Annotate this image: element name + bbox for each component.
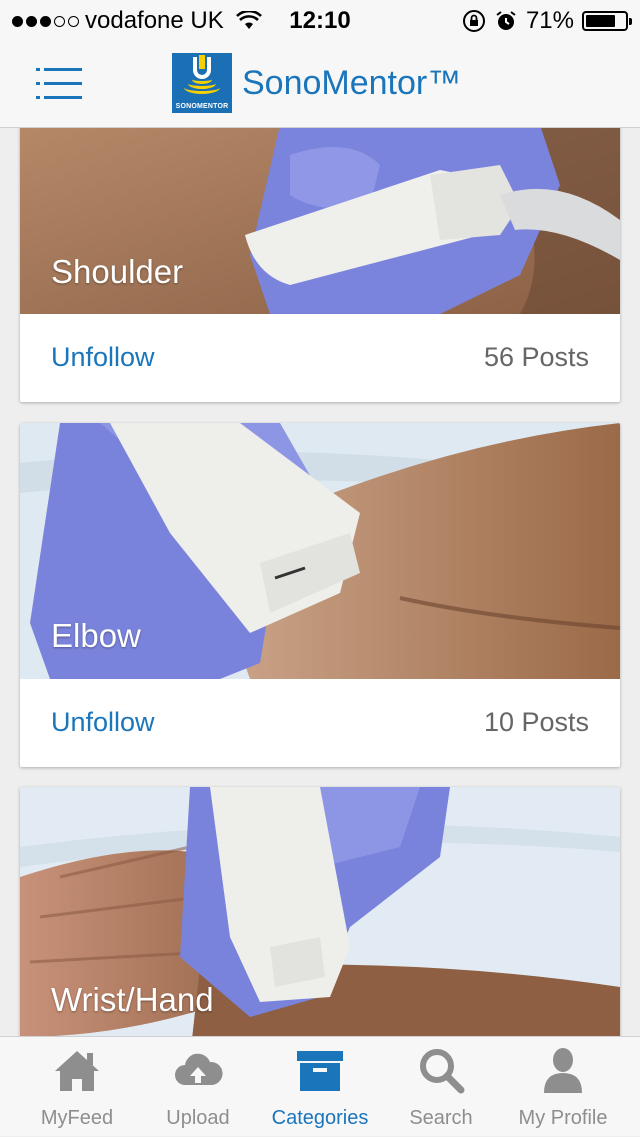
category-name: Wrist/Hand (51, 981, 214, 1018)
battery-icon (582, 11, 632, 31)
unfollow-button[interactable]: Unfollow (51, 342, 155, 373)
cloud-upload-icon (175, 1053, 223, 1085)
logo-text: SONOMENTOR (175, 103, 229, 110)
tab-my-profile[interactable]: My Profile (502, 1037, 624, 1137)
post-count: 10 Posts (483, 707, 589, 737)
card-footer: Unfollow 56 Posts (20, 314, 620, 402)
user-icon (544, 1048, 582, 1093)
category-card-shoulder[interactable]: Shoulder Unfollow 56 Posts (20, 128, 620, 402)
archive-box-icon (297, 1051, 343, 1091)
tab-label: Search (409, 1107, 473, 1129)
search-icon (420, 1049, 465, 1094)
app-logo: SONOMENTOR (172, 53, 232, 113)
tab-myfeed[interactable]: MyFeed (16, 1037, 138, 1137)
category-list[interactable]: Shoulder Unfollow 56 Posts Elbow Unfollo… (0, 128, 640, 1036)
alarm-icon (496, 11, 516, 30)
unfollow-button[interactable]: Unfollow (51, 707, 155, 738)
category-card-elbow[interactable]: Elbow Unfollow 10 Posts (20, 423, 620, 767)
tab-categories[interactable]: Categories (259, 1037, 381, 1137)
rotation-lock-icon (462, 10, 485, 32)
battery-percent: 71% (525, 7, 574, 34)
tab-label: My Profile (518, 1107, 608, 1129)
card-footer: Unfollow 10 Posts (20, 679, 620, 767)
home-icon (55, 1051, 99, 1091)
status-right: 71% (462, 7, 632, 35)
bottom-tab-bar: MyFeed Upload Categories Search My Profi… (0, 1036, 640, 1136)
post-count: 56 Posts (483, 342, 589, 372)
hamburger-menu-icon[interactable] (36, 68, 82, 100)
tab-upload[interactable]: Upload (137, 1037, 259, 1137)
status-bar: vodafone UK 12:10 71% (0, 0, 640, 40)
category-name: Shoulder (51, 253, 184, 290)
tab-label: Upload (166, 1107, 230, 1129)
tab-label: Categories (271, 1107, 369, 1129)
category-card-wrist-hand[interactable]: Wrist/Hand (20, 787, 620, 1036)
app-header: SONOMENTOR SonoMentor™ (0, 40, 640, 128)
tab-label: MyFeed (40, 1107, 114, 1129)
tab-search[interactable]: Search (380, 1037, 502, 1137)
category-name: Elbow (51, 617, 141, 654)
app-title: SonoMentor™ (242, 64, 462, 102)
